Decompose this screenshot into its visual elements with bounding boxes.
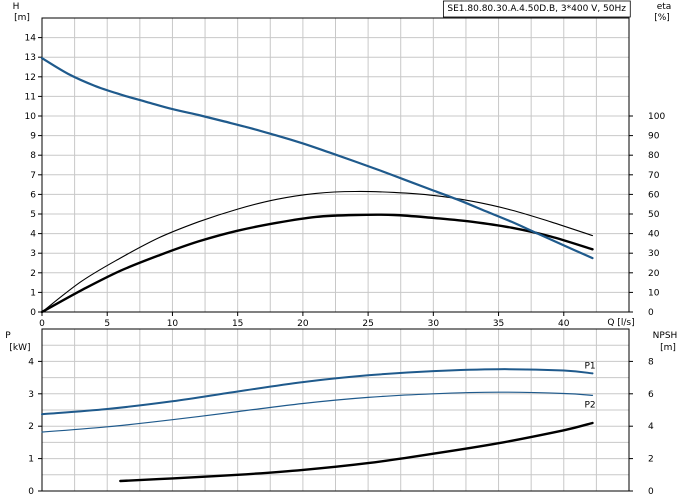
x-tick-label: 10 bbox=[167, 319, 179, 329]
eta-tick-label: 0 bbox=[648, 308, 654, 318]
head-tick-label: 4 bbox=[30, 230, 36, 240]
npsh-tick-label: 0 bbox=[648, 487, 654, 497]
head-tick-label: 0 bbox=[30, 308, 36, 318]
power-axis-label-name: P bbox=[5, 331, 11, 341]
x-tick-label: 20 bbox=[297, 319, 309, 329]
x-tick-label: 25 bbox=[362, 319, 373, 329]
efficiency-curve-thin bbox=[41, 190, 594, 313]
head-tick-label: 6 bbox=[30, 190, 36, 200]
head-axis-label-name: H bbox=[13, 2, 20, 12]
series-label-p1: P1 bbox=[584, 361, 595, 371]
x-tick-label: 5 bbox=[104, 319, 110, 329]
npsh-tick-label: 2 bbox=[648, 455, 654, 465]
head-tick-label: 14 bbox=[25, 34, 37, 44]
head-tick-label: 3 bbox=[30, 249, 36, 259]
npsh-tick-label: 4 bbox=[648, 422, 654, 432]
eta-tick-label: 10 bbox=[648, 288, 660, 298]
eta-tick-label: 40 bbox=[648, 230, 660, 240]
x-tick-label: 40 bbox=[558, 319, 570, 329]
head-tick-label: 11 bbox=[25, 92, 36, 102]
head-tick-label: 9 bbox=[30, 132, 36, 142]
eta-tick-label: 50 bbox=[648, 210, 660, 220]
eta-tick-label: 30 bbox=[648, 249, 660, 259]
head-axis-label-unit: [m] bbox=[14, 13, 30, 23]
chart-title: SE1.80.80.30.A.4.50D.B, 3*400 V, 50Hz bbox=[447, 4, 626, 14]
x-tick-label: 15 bbox=[232, 319, 243, 329]
head-tick-label: 5 bbox=[30, 210, 36, 220]
npsh-tick-label: 6 bbox=[648, 390, 654, 400]
npsh-curve bbox=[119, 421, 594, 483]
power-tick-label: 3 bbox=[28, 390, 34, 400]
flow-axis-label: Q [l/s] bbox=[607, 318, 634, 328]
npsh-axis-label-name: NPSH bbox=[653, 331, 678, 341]
x-tick-label: 30 bbox=[428, 319, 440, 329]
eta-axis-label-unit: [%] bbox=[654, 13, 670, 23]
head-tick-label: 13 bbox=[25, 53, 36, 63]
head-tick-label: 10 bbox=[25, 112, 37, 122]
x-tick-label: 35 bbox=[493, 319, 504, 329]
eta-tick-label: 80 bbox=[648, 151, 660, 161]
head-tick-label: 2 bbox=[30, 269, 36, 279]
power-axis-label-unit: [kW] bbox=[9, 343, 30, 353]
eta-tick-label: 100 bbox=[648, 112, 665, 122]
head-tick-label: 7 bbox=[30, 171, 36, 181]
power-tick-label: 2 bbox=[28, 422, 34, 432]
series-label-p2: P2 bbox=[584, 400, 595, 410]
pump-performance-chart: SE1.80.80.30.A.4.50D.B, 3*400 V, 50Hz H … bbox=[5, 0, 678, 497]
eta-tick-label: 60 bbox=[648, 190, 660, 200]
head-tick-label: 1 bbox=[30, 288, 36, 298]
head-tick-label: 8 bbox=[30, 151, 36, 161]
npsh-axis-label-unit: [m] bbox=[660, 343, 676, 353]
eta-axis-label-name: eta bbox=[657, 2, 672, 12]
efficiency-curve-bold bbox=[40, 213, 594, 314]
eta-tick-label: 20 bbox=[648, 269, 660, 279]
eta-tick-label: 70 bbox=[648, 171, 660, 181]
npsh-tick-label: 8 bbox=[648, 357, 654, 367]
eta-tick-label: 90 bbox=[648, 132, 660, 142]
power-tick-label: 4 bbox=[28, 357, 34, 367]
x-tick-label: 0 bbox=[39, 319, 45, 329]
power-tick-label: 1 bbox=[28, 455, 34, 465]
power-tick-label: 0 bbox=[28, 487, 34, 497]
head-tick-label: 12 bbox=[25, 73, 36, 83]
